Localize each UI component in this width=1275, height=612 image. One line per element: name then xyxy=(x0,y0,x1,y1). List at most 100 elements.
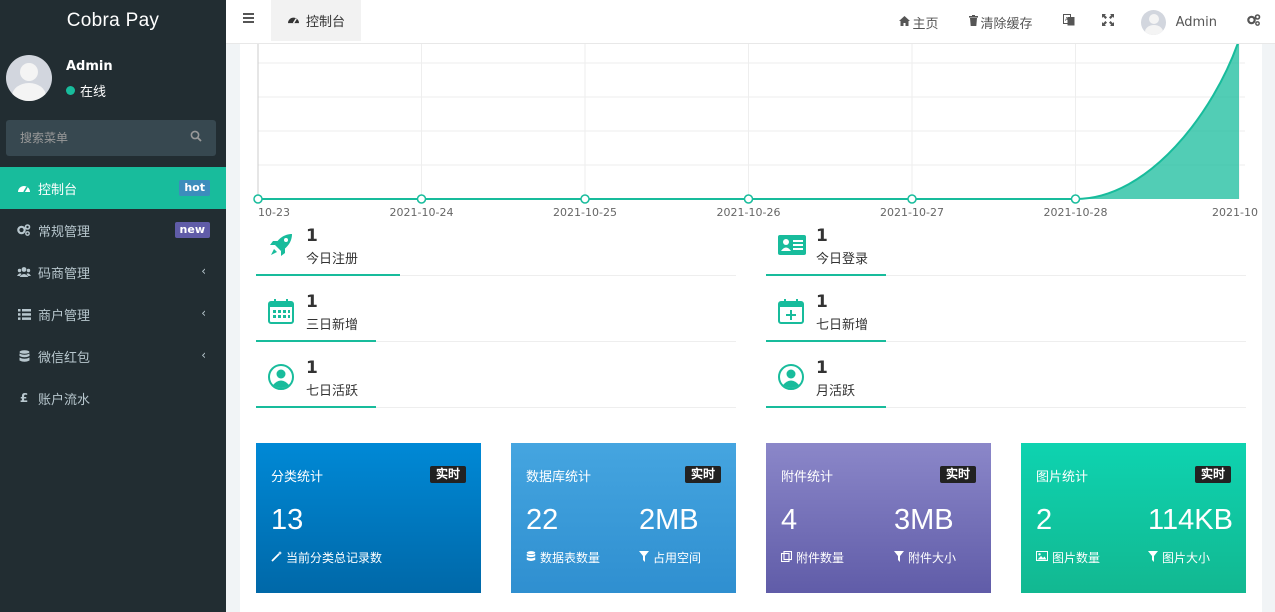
chart-x-tick-label: 2021-10-25 xyxy=(553,206,617,219)
dashboard-panel: 10-23 2021-10-24 2021-10-25 2021-10-26 2021-… xyxy=(240,44,1262,612)
database-icon xyxy=(526,550,536,565)
card-caption: 当前分类总记录数 xyxy=(271,549,382,566)
chart-x-tick-label: 2021-10-27 xyxy=(880,206,944,219)
card-title: 附件统计 xyxy=(781,470,834,485)
sidebar-item-label: 商户管理 xyxy=(38,308,91,324)
sidebar-item-general[interactable]: 常规管理 new xyxy=(0,209,226,251)
clear-cache-button[interactable]: 清除缓存 xyxy=(968,13,1033,32)
home-label: 主页 xyxy=(912,16,939,32)
search-icon[interactable] xyxy=(190,130,202,146)
sidebar-item-label: 码商管理 xyxy=(38,266,91,282)
stat-label: 三日新增 xyxy=(306,318,359,333)
sidebar: Cobra Pay Admin 在线 控制台 hot 常规管理 new xyxy=(0,0,226,612)
fullscreen-icon[interactable] xyxy=(1101,14,1114,30)
stat-value: 1 xyxy=(306,358,318,378)
chevron-left-icon: ‹ xyxy=(201,348,206,362)
settings-gears-icon[interactable] xyxy=(1247,14,1261,30)
sidebar-item-wechat-redpacket[interactable]: 微信红包 ‹ xyxy=(0,335,226,377)
card-caption-label: 占用空间 xyxy=(653,551,702,565)
sidebar-item-label: 控制台 xyxy=(38,182,78,198)
card-caption-label: 图片数量 xyxy=(1052,551,1101,565)
files-icon xyxy=(780,550,793,565)
users-icon xyxy=(17,266,31,278)
header-admin-name[interactable]: Admin xyxy=(1176,15,1217,30)
app-logo[interactable]: Cobra Pay xyxy=(0,0,226,44)
card-title: 数据库统计 xyxy=(526,470,592,485)
gears-icon xyxy=(17,224,31,236)
stat-label: 今日注册 xyxy=(306,252,359,267)
user-panel: Admin 在线 xyxy=(0,44,226,110)
chart-svg: 10-23 2021-10-24 2021-10-25 2021-10-26 2021-… xyxy=(253,44,1258,219)
stat-seven-day-new: 1 七日新增 xyxy=(766,290,1246,342)
chart-x-tick-label: 2021-10 xyxy=(1212,206,1258,219)
filter-icon xyxy=(894,550,904,565)
stat-three-day-new: 1 三日新增 xyxy=(256,290,736,342)
card-caption-label: 当前分类总记录数 xyxy=(286,551,383,565)
card-caption-right: 附件大小 xyxy=(894,549,956,566)
card-caption-right: 占用空间 xyxy=(639,549,701,566)
card-caption-right: 图片大小 xyxy=(1148,549,1210,566)
registration-chart: 10-23 2021-10-24 2021-10-25 2021-10-26 2021-… xyxy=(240,44,1262,224)
sidebar-item-code-merchants[interactable]: 码商管理 ‹ xyxy=(0,251,226,293)
chart-x-tick-label: 2021-10-24 xyxy=(390,206,454,219)
sidebar-menu: 控制台 hot 常规管理 new 码商管理 ‹ 商户管理 ‹ 微信红包 ‹ £ … xyxy=(0,167,226,419)
card-value: 2 xyxy=(1036,504,1053,536)
sidebar-item-account-flow[interactable]: £ 账户流水 xyxy=(0,377,226,419)
card-value: 22 xyxy=(526,504,559,536)
stat-monthly-active: 1 月活跃 xyxy=(766,356,1246,408)
card-value-right: 114KB xyxy=(1148,504,1233,536)
card-title: 图片统计 xyxy=(1036,470,1089,485)
list-icon xyxy=(17,308,31,320)
trash-icon xyxy=(968,15,978,29)
menu-search xyxy=(6,120,216,156)
stat-today-login: 1 今日登录 xyxy=(766,224,1246,276)
stat-seven-day-active: 1 七日活跃 xyxy=(256,356,736,408)
stat-value: 1 xyxy=(816,292,828,312)
menu-toggle-icon[interactable] xyxy=(243,13,254,23)
card-caption: 图片数量 xyxy=(1036,549,1100,566)
card-value-right: 2MB xyxy=(639,504,699,536)
home-link[interactable]: 主页 xyxy=(898,13,939,32)
card-value: 4 xyxy=(781,504,798,536)
avatar xyxy=(6,55,52,101)
tab-dashboard[interactable]: 控制台 xyxy=(271,0,362,41)
chart-point xyxy=(580,194,590,204)
header-avatar[interactable] xyxy=(1140,9,1166,35)
card-caption-label: 数据表数量 xyxy=(540,551,601,565)
chart-point xyxy=(253,194,263,204)
card-database-stats: 数据库统计 实时 22 2MB 数据表数量 占用空间 xyxy=(511,443,736,593)
user-name: Admin xyxy=(66,59,113,74)
stat-today-register: 1 今日注册 xyxy=(256,224,736,276)
stat-value: 1 xyxy=(816,358,828,378)
sidebar-item-merchants[interactable]: 商户管理 ‹ xyxy=(0,293,226,335)
clear-cache-label: 清除缓存 xyxy=(980,16,1033,32)
card-caption-label: 附件大小 xyxy=(908,551,957,565)
stat-label: 七日新增 xyxy=(816,318,869,333)
card-category-stats: 分类统计 实时 13 当前分类总记录数 xyxy=(256,443,481,593)
pound-icon: £ xyxy=(19,391,29,405)
chart-x-tick-label: 2021-10-26 xyxy=(717,206,781,219)
calendar-icon xyxy=(268,298,294,324)
stat-label: 月活跃 xyxy=(816,384,856,399)
chart-x-tick-label: 10-23 xyxy=(258,206,290,219)
realtime-badge: 实时 xyxy=(1194,466,1231,483)
sidebar-item-dashboard[interactable]: 控制台 hot xyxy=(0,167,226,209)
chart-point xyxy=(907,194,917,204)
new-badge: new xyxy=(174,222,210,238)
image-icon xyxy=(1036,551,1048,564)
chevron-left-icon: ‹ xyxy=(201,264,206,278)
user-status: 在线 xyxy=(66,81,106,100)
sidebar-item-label: 微信红包 xyxy=(38,350,91,366)
online-dot-icon xyxy=(66,86,75,95)
translate-icon[interactable]: A xyxy=(1062,14,1075,30)
home-icon xyxy=(898,15,910,29)
hot-badge: hot xyxy=(179,180,210,196)
magic-icon xyxy=(271,550,282,565)
menu-search-input[interactable] xyxy=(20,131,190,145)
stat-value: 1 xyxy=(306,292,318,312)
filter-icon xyxy=(1148,550,1158,565)
stat-value: 1 xyxy=(306,226,318,246)
realtime-badge: 实时 xyxy=(939,466,976,483)
database-icon xyxy=(17,349,31,363)
chevron-left-icon: ‹ xyxy=(201,306,206,320)
